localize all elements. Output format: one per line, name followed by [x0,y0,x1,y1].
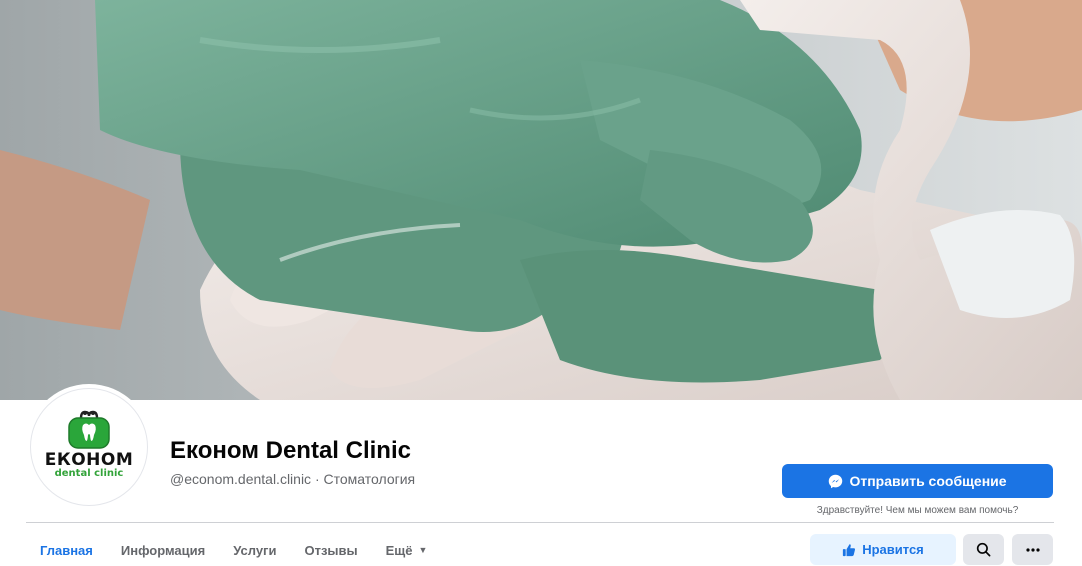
send-message-button[interactable]: Отправить сообщение [782,464,1053,498]
tab-services[interactable]: Услуги [219,534,290,566]
logo-wordmark: ЕКОНОМ [44,449,134,470]
page-title: Економ Dental Clinic [170,437,411,464]
cover-illustration [0,0,1082,400]
page-handle-category: @econom.dental.clinic · Стоматология [170,471,416,487]
tab-label: Отзывы [304,542,358,558]
tab-reviews[interactable]: Отзывы [290,534,371,566]
like-page-button[interactable]: Нравится [810,534,956,565]
thumbs-up-icon [843,543,856,556]
header-divider [26,522,1054,523]
message-hint: Здравствуйте! Чем мы можем вам помочь? [816,505,1019,516]
search-button[interactable] [963,534,1004,565]
tab-label: Информация [120,542,206,558]
tab-label: Услуги [233,542,277,558]
tab-more[interactable]: Ещё ▼ [372,534,442,566]
like-label: Нравится [862,542,924,557]
logo-subtitle: dental clinic [54,467,124,479]
page-avatar[interactable]: ЕКОНОМ dental clinic [30,388,148,506]
purse-tooth-logo-icon [68,410,110,449]
tab-info[interactable]: Информация [107,534,219,566]
cover-photo [0,0,1082,400]
caret-down-icon: ▼ [418,545,428,555]
messenger-icon [829,474,843,488]
send-message-label: Отправить сообщение [849,473,1007,489]
page-tabs: Главная Информация Услуги Отзывы Ещё ▼ [26,534,441,566]
tab-label: Ещё [385,542,413,558]
tab-home[interactable]: Главная [26,534,107,566]
more-options-button[interactable] [1012,534,1053,565]
more-horizontal-icon [1025,547,1040,552]
tab-label: Главная [40,542,93,558]
search-icon [976,542,991,557]
